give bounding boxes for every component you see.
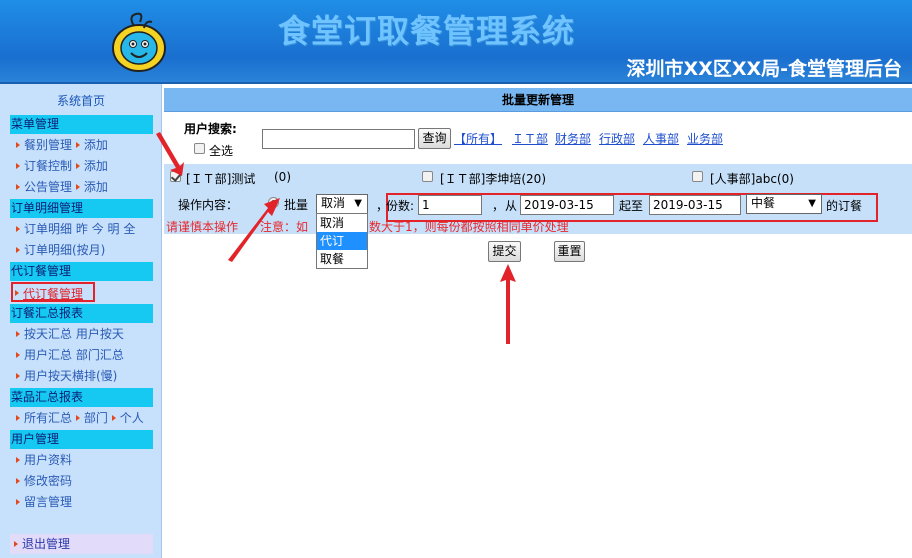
yesterday-link[interactable]: 昨	[76, 222, 88, 236]
personal-link[interactable]: 个人	[120, 411, 144, 425]
submit-button[interactable]: 提交	[488, 241, 521, 262]
to-label: 起至	[619, 199, 644, 213]
sidebar: 系统首页 菜单管理 餐别管理 添加 订餐控制 添加 公告管理 添加 订单明细管理…	[0, 84, 162, 558]
reset-button[interactable]: 重置	[554, 241, 585, 262]
user-search-label: 用户搜索:	[184, 122, 237, 136]
user-by-day-link[interactable]: 用户按天	[76, 327, 124, 341]
triangle-bullet-icon	[16, 163, 20, 169]
sidebar-item-user-summary[interactable]: 用户汇总 部门汇总	[16, 347, 124, 363]
system-title: 食堂订取餐管理系统	[278, 12, 576, 50]
dropdown-arrow-icon: ▼	[808, 198, 816, 209]
dropdown-arrow-icon: ▼	[354, 198, 362, 209]
triangle-bullet-icon	[75, 415, 80, 421]
date-to-input[interactable]: 2019-03-15	[649, 195, 741, 215]
meal-type-select[interactable]: 中餐 ▼	[746, 194, 822, 214]
user-label-abc: [人事部]abc(0)	[710, 172, 794, 186]
sidebar-home-link[interactable]: 系统首页	[0, 92, 162, 109]
main-panel: 批量更新管理 用户搜索: 全选 查询 【所有】 ＩＴ部 财务部 行政部 人事部 …	[164, 88, 912, 558]
copies-input[interactable]: 1	[418, 195, 482, 215]
dept-link-admin[interactable]: 行政部	[599, 130, 635, 147]
sidebar-item-messages[interactable]: 留言管理	[16, 494, 72, 510]
dept-link-finance[interactable]: 财务部	[555, 130, 591, 147]
triangle-bullet-icon	[14, 541, 18, 547]
user-checkbox-abc[interactable]	[692, 171, 703, 182]
annotation-arrow-icon	[228, 198, 280, 262]
triangle-bullet-icon	[16, 415, 20, 421]
dept-link-business[interactable]: 业务部	[687, 130, 723, 147]
copies-label: 份数:	[386, 199, 415, 213]
app-header: 食堂订取餐管理系统 深圳市XX区XX局-食堂管理后台	[0, 0, 912, 84]
dept-link-hr[interactable]: 人事部	[643, 130, 679, 147]
triangle-bullet-icon	[16, 373, 20, 379]
from-label: 从	[505, 199, 518, 213]
dept-link[interactable]: 部门	[84, 411, 108, 425]
add-link[interactable]: 添加	[84, 138, 108, 152]
triangle-bullet-icon	[16, 226, 20, 232]
cup-logo-icon	[112, 12, 166, 72]
add-link[interactable]: 添加	[84, 159, 108, 173]
user-search-input[interactable]	[262, 129, 415, 149]
dropdown-option-pickup[interactable]: 取餐	[317, 250, 367, 268]
sidebar-item-order-detail[interactable]: 订单明细 昨 今 明 全	[16, 221, 135, 237]
triangle-bullet-icon	[16, 142, 20, 148]
triangle-bullet-icon	[75, 142, 80, 148]
order-suffix: 的订餐	[826, 199, 863, 213]
user-list-row: [ＩＴ部]测试 (0) [ＩＴ部]李坤培(20) [人事部]abc(0)	[164, 164, 912, 190]
section-menu-management[interactable]: 菜单管理	[10, 115, 153, 134]
sidebar-item-dish-summary[interactable]: 所有汇总 部门 个人	[16, 410, 144, 426]
organization-name: 深圳市XX区XX局-食堂管理后台	[626, 58, 902, 80]
triangle-bullet-icon	[15, 290, 19, 296]
select-all-label: 全选	[209, 144, 234, 158]
batch-action-select[interactable]: 取消 ▼	[316, 194, 368, 214]
sidebar-item-change-password[interactable]: 修改密码	[16, 473, 72, 489]
sidebar-item-order-control[interactable]: 订餐控制 添加	[16, 158, 108, 174]
section-order-detail[interactable]: 订单明细管理	[10, 199, 153, 218]
section-proxy-order[interactable]: 代订餐管理	[10, 262, 153, 281]
triangle-bullet-icon	[75, 184, 80, 190]
section-dish-summary[interactable]: 菜品汇总报表	[10, 388, 153, 407]
dept-link-all[interactable]: 【所有】	[454, 130, 502, 147]
add-link[interactable]: 添加	[84, 180, 108, 194]
batch-label: 批量	[284, 198, 309, 212]
logout-button[interactable]: 退出管理	[10, 534, 153, 554]
annotation-arrow-icon	[156, 132, 184, 176]
query-button[interactable]: 查询	[418, 128, 451, 149]
triangle-bullet-icon	[75, 163, 80, 169]
triangle-bullet-icon	[16, 247, 20, 253]
batch-action-dropdown: 取消 代订 取餐	[316, 213, 368, 269]
user-label-test: [ＩＴ部]测试	[186, 172, 256, 186]
section-order-summary[interactable]: 订餐汇总报表	[10, 304, 153, 323]
dropdown-option-proxy[interactable]: 代订	[317, 232, 367, 250]
sidebar-item-user-by-day-horizontal[interactable]: 用户按天横排(慢)	[16, 368, 117, 384]
dropdown-option-cancel[interactable]: 取消	[317, 214, 367, 232]
triangle-bullet-icon	[16, 499, 20, 505]
dept-link-it[interactable]: ＩＴ部	[512, 130, 548, 147]
section-user-management[interactable]: 用户管理	[10, 430, 153, 449]
today-link[interactable]: 今	[92, 222, 104, 236]
tomorrow-link[interactable]: 明	[108, 222, 120, 236]
user-checkbox-likunpei[interactable]	[422, 171, 433, 182]
sidebar-item-summary-by-day[interactable]: 按天汇总 用户按天	[16, 326, 124, 342]
triangle-bullet-icon	[16, 352, 20, 358]
sidebar-item-notice[interactable]: 公告管理 添加	[16, 179, 108, 195]
annotation-arrow-icon	[500, 264, 516, 344]
triangle-bullet-icon	[111, 415, 116, 421]
sidebar-item-user-info[interactable]: 用户资料	[16, 452, 72, 468]
triangle-bullet-icon	[16, 184, 20, 190]
dept-summary-link[interactable]: 部门汇总	[76, 348, 124, 362]
triangle-bullet-icon	[16, 331, 20, 337]
all-link[interactable]: 全	[123, 222, 135, 236]
triangle-bullet-icon	[16, 457, 20, 463]
comma-separator-2: ，	[492, 199, 505, 213]
triangle-bullet-icon	[16, 478, 20, 484]
sidebar-item-order-detail-month[interactable]: 订单明细(按月)	[16, 242, 105, 258]
date-from-input[interactable]: 2019-03-15	[520, 195, 614, 215]
sidebar-item-menu-category[interactable]: 餐别管理 添加	[16, 137, 108, 153]
page-title: 批量更新管理	[164, 88, 912, 112]
user-label-likunpei: [ＩＴ部]李坤培(20)	[440, 172, 546, 186]
select-all-checkbox[interactable]	[194, 143, 205, 154]
sidebar-item-proxy-order[interactable]: 代订餐管理	[11, 282, 95, 302]
user-count-test: (0)	[274, 170, 291, 184]
